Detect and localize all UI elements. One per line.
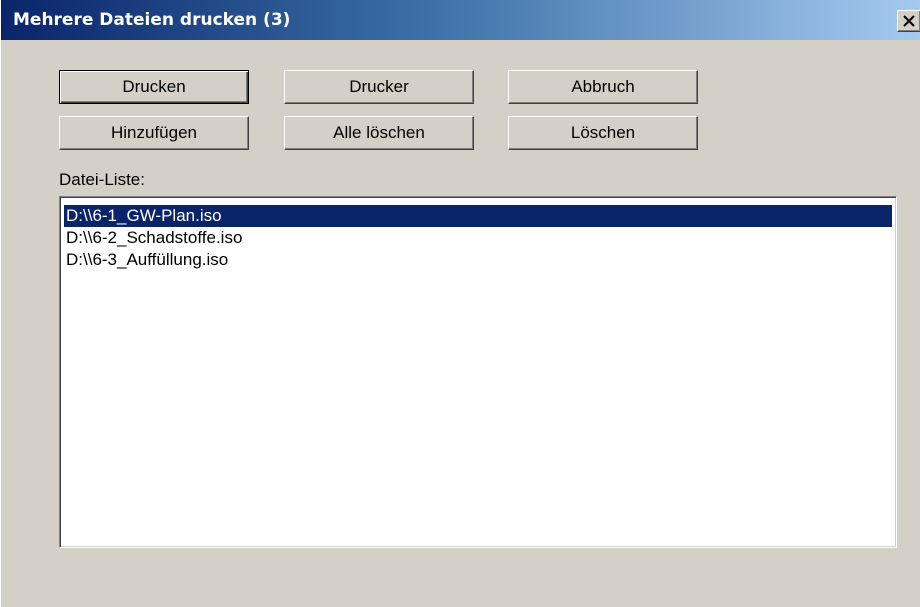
list-item-file-2[interactable]: D:\\6-2_Schadstoffe.iso <box>64 227 892 249</box>
print-button[interactable]: Drucken <box>59 70 249 104</box>
file-list-items: D:\\6-1_GW-Plan.iso D:\\6-2_Schadstoffe.… <box>64 205 892 271</box>
delete-all-button[interactable]: Alle löschen <box>284 116 474 150</box>
close-button[interactable] <box>897 10 920 32</box>
print-multiple-files-dialog: Mehrere Dateien drucken (3) Drucken Druc… <box>0 0 920 607</box>
cancel-button[interactable]: Abbruch <box>508 70 698 104</box>
file-list-label: Datei-Liste: <box>59 170 145 189</box>
title-bar[interactable]: Mehrere Dateien drucken (3) <box>1 0 920 40</box>
list-item-file-1[interactable]: D:\\6-1_GW-Plan.iso <box>64 205 892 227</box>
delete-button[interactable]: Löschen <box>508 116 698 150</box>
file-listbox[interactable]: D:\\6-1_GW-Plan.iso D:\\6-2_Schadstoffe.… <box>59 196 897 548</box>
close-icon <box>903 15 915 27</box>
window-title: Mehrere Dateien drucken (3) <box>13 10 291 30</box>
add-button[interactable]: Hinzufügen <box>59 116 249 150</box>
printer-button[interactable]: Drucker <box>284 70 474 104</box>
list-item-file-3[interactable]: D:\\6-3_Auffüllung.iso <box>64 249 892 271</box>
